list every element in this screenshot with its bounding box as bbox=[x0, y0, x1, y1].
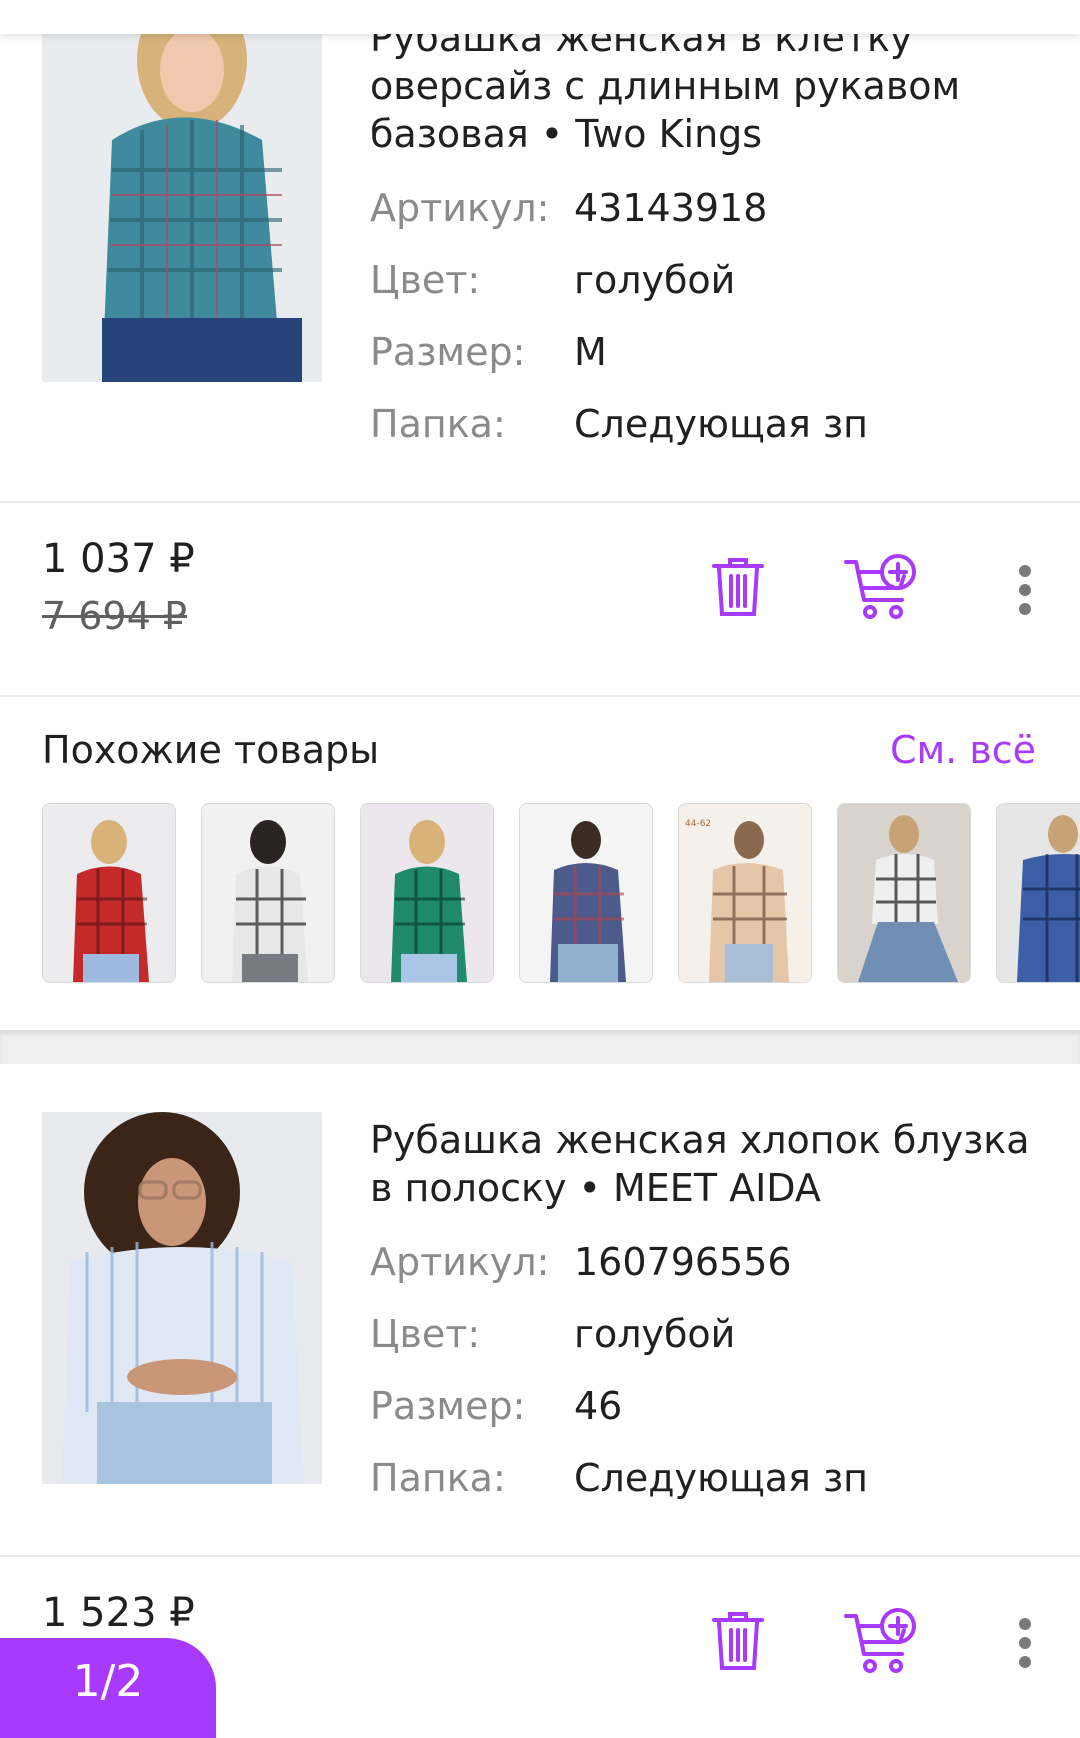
product-card[interactable]: Рубашка женская хлопок блузка в полоску … bbox=[0, 1064, 1080, 1554]
product-title-line: базовая • Two Kings bbox=[370, 112, 763, 156]
top-bar bbox=[0, 0, 1080, 34]
add-to-cart-button[interactable] bbox=[844, 1606, 920, 1678]
spec-label: Артикул: bbox=[370, 1240, 550, 1284]
trash-icon bbox=[712, 558, 764, 616]
add-to-cart-icon bbox=[844, 554, 916, 619]
spec-label: Размер: bbox=[370, 330, 526, 374]
similar-thumb[interactable] bbox=[996, 803, 1080, 983]
spec-label: Размер: bbox=[370, 1384, 526, 1428]
spec-row-color: Цвет: голубой bbox=[370, 1298, 868, 1370]
product-specs: Артикул: 160796556 Цвет: голубой Размер:… bbox=[370, 1226, 868, 1514]
divider bbox=[0, 1555, 1080, 1557]
delete-button[interactable] bbox=[710, 1610, 766, 1676]
old-price: 7 694 ₽ bbox=[42, 594, 188, 638]
product-image[interactable] bbox=[42, 1112, 322, 1484]
thumb-label: 44-62 bbox=[685, 819, 711, 829]
current-price: 1 523 ₽ bbox=[42, 1590, 195, 1636]
spec-row-folder: Папка: Следующая зп bbox=[370, 388, 868, 460]
divider bbox=[0, 501, 1080, 503]
spec-row-article: Артикул: 43143918 bbox=[370, 172, 868, 244]
spec-label: Цвет: bbox=[370, 1312, 481, 1356]
spec-value: голубой bbox=[574, 258, 736, 302]
spec-value: Следующая зп bbox=[574, 402, 869, 446]
spec-value: Следующая зп bbox=[574, 1456, 869, 1500]
divider bbox=[0, 695, 1080, 697]
product-image[interactable] bbox=[42, 0, 322, 382]
spec-row-article: Артикул: 160796556 bbox=[370, 1226, 868, 1298]
section-separator bbox=[0, 1030, 1080, 1064]
similar-section-title: Похожие товары bbox=[42, 728, 380, 772]
more-vertical-icon bbox=[1019, 1618, 1031, 1630]
product-title[interactable]: Рубашка женская в клетку оверсайз с длин… bbox=[370, 14, 1050, 158]
spec-value: 46 bbox=[574, 1384, 623, 1428]
more-vertical-icon bbox=[1019, 565, 1031, 577]
spec-label: Папка: bbox=[370, 1456, 506, 1500]
spec-row-folder: Папка: Следующая зп bbox=[370, 1442, 868, 1514]
similar-thumb[interactable] bbox=[519, 803, 653, 983]
spec-label: Артикул: bbox=[370, 186, 550, 230]
current-price: 1 037 ₽ bbox=[42, 536, 195, 582]
spec-label: Цвет: bbox=[370, 258, 481, 302]
spec-value: M bbox=[574, 330, 607, 374]
see-all-link[interactable]: См. всё bbox=[890, 728, 1036, 772]
spec-label: Папка: bbox=[370, 402, 506, 446]
more-options-button[interactable] bbox=[1017, 565, 1033, 622]
spec-value: 160796556 bbox=[574, 1240, 792, 1284]
spec-value: 43143918 bbox=[574, 186, 768, 230]
spec-row-color: Цвет: голубой bbox=[370, 244, 868, 316]
spec-value: голубой bbox=[574, 1312, 736, 1356]
spec-row-size: Размер: 46 bbox=[370, 1370, 868, 1442]
similar-thumb[interactable] bbox=[360, 803, 494, 983]
delete-button[interactable] bbox=[710, 556, 766, 622]
similar-thumb[interactable] bbox=[201, 803, 335, 983]
product-title-line: оверсайз с длинным рукавом bbox=[370, 64, 961, 108]
similar-thumb[interactable] bbox=[837, 803, 971, 983]
product-specs: Артикул: 43143918 Цвет: голубой Размер: … bbox=[370, 172, 868, 460]
similar-thumb[interactable] bbox=[42, 803, 176, 983]
more-options-button[interactable] bbox=[1017, 1618, 1033, 1675]
spec-row-size: Размер: M bbox=[370, 316, 868, 388]
product-title[interactable]: Рубашка женская хлопок блузка в полоску … bbox=[370, 1116, 1050, 1212]
product-card[interactable]: Рубашка женская в клетку оверсайз с длин… bbox=[0, 0, 1080, 500]
similar-thumb[interactable]: 44-62 bbox=[678, 803, 812, 983]
trash-icon bbox=[712, 1612, 764, 1670]
product-title-line: Рубашка женская хлопок блузка bbox=[370, 1118, 1030, 1162]
add-to-cart-button[interactable] bbox=[844, 552, 920, 624]
add-to-cart-icon bbox=[844, 1608, 916, 1673]
product-title-line: в полоску • MEET AIDA bbox=[370, 1166, 821, 1210]
similar-products-strip[interactable]: 44-62 bbox=[42, 803, 1080, 983]
page-indicator[interactable]: 1/2 bbox=[0, 1638, 216, 1738]
